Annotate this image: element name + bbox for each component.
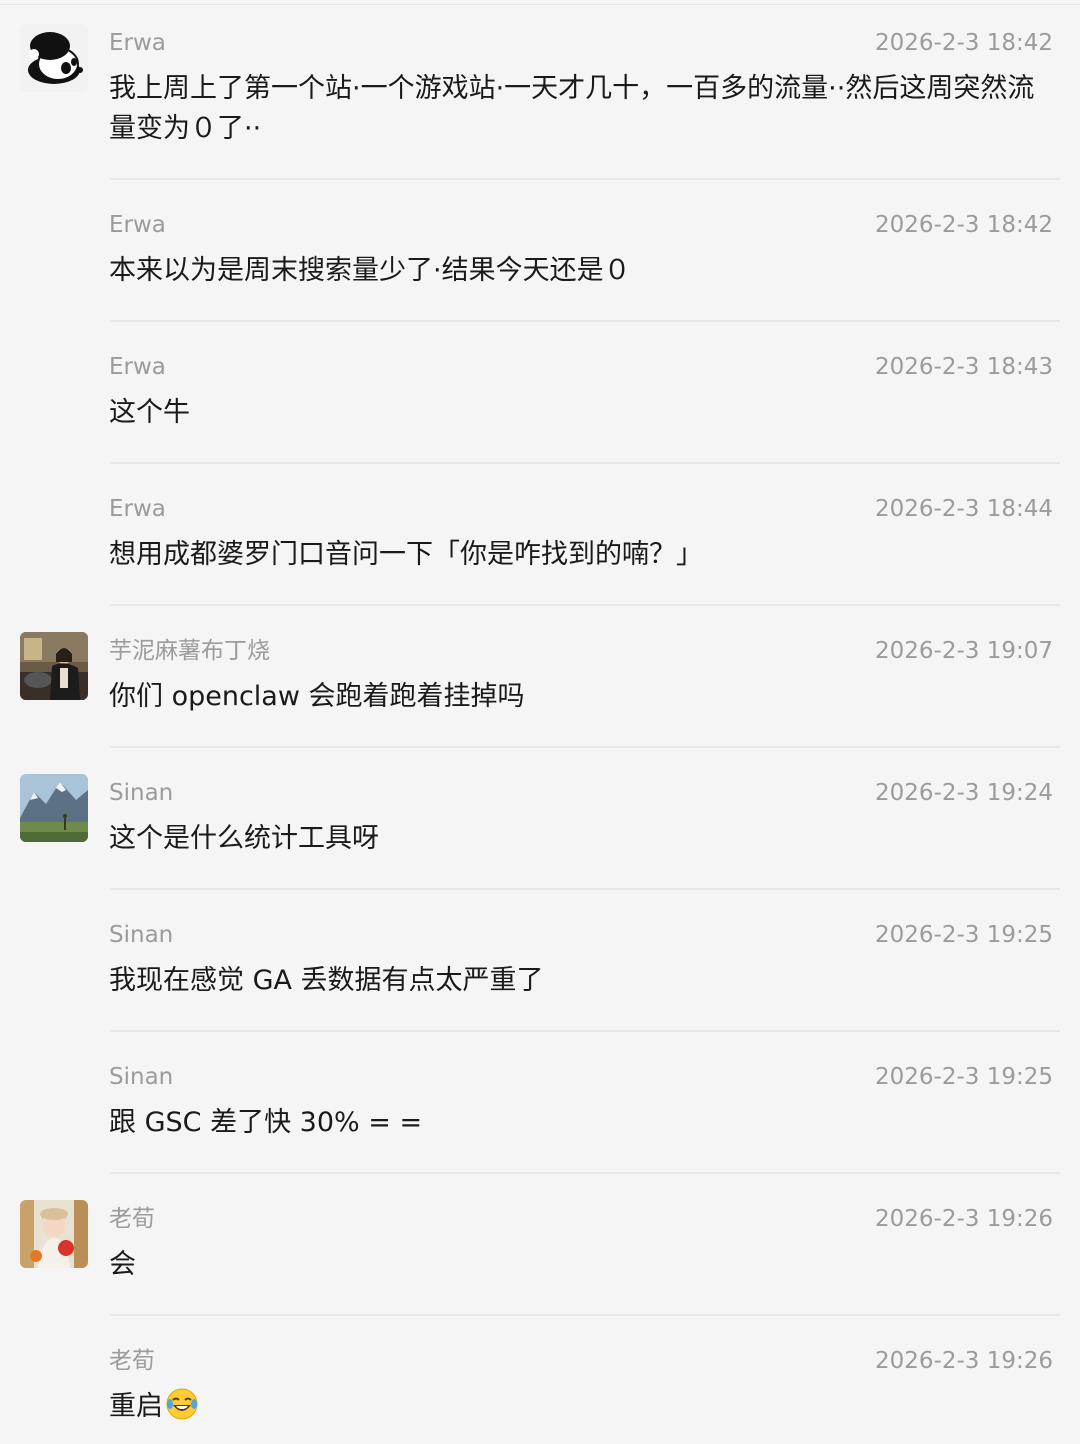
sender-name[interactable]: 芋泥麻薯布丁烧 (109, 636, 270, 666)
message-text[interactable]: 会 (109, 1245, 1049, 1285)
sender-name[interactable]: Sinan (109, 920, 173, 950)
sender-name[interactable]: Erwa (109, 352, 166, 382)
message-item: Sinan 2026-2-3 19:24 这个是什么统计工具呀 (0, 750, 1080, 890)
sender-name[interactable]: Sinan (109, 1062, 173, 1092)
message-timestamp: 2026-2-3 18:44 (875, 496, 1053, 522)
girl-photo-avatar[interactable] (20, 1200, 88, 1268)
message-item: Erwa 2026-2-3 18:42 本来以为是周末搜索量少了·结果今天还是０ (0, 182, 1080, 322)
message-text[interactable]: 我上周上了第一个站·一个游戏站·一天才几十，一百多的流量··然后这周突然流量变为… (109, 69, 1049, 149)
message-item: 老荀 2026-2-3 19:26 重启 (0, 1318, 1080, 1444)
message-divider (110, 888, 1060, 890)
message-item: 芋泥麻薯布丁烧 2026-2-3 19:07 你们 openclaw 会跑着跑着… (0, 608, 1080, 748)
sender-name[interactable]: 老荀 (109, 1346, 155, 1376)
message-item: 老荀 2026-2-3 19:26 会 (0, 1176, 1080, 1316)
message-item: Sinan 2026-2-3 19:25 跟 GSC 差了快 30% = = (0, 1034, 1080, 1174)
message-timestamp: 2026-2-3 19:26 (875, 1206, 1053, 1232)
person-photo-avatar[interactable] (20, 632, 88, 700)
message-timestamp: 2026-2-3 19:24 (875, 780, 1053, 806)
panda-avatar[interactable] (20, 24, 88, 92)
message-timestamp: 2026-2-3 19:25 (875, 1064, 1053, 1090)
message-timestamp: 2026-2-3 19:25 (875, 922, 1053, 948)
sender-name[interactable]: Sinan (109, 778, 173, 808)
sender-name[interactable]: Erwa (109, 494, 166, 524)
message-timestamp: 2026-2-3 18:42 (875, 212, 1053, 238)
message-divider (110, 1030, 1060, 1032)
message-text[interactable]: 你们 openclaw 会跑着跑着挂掉吗 (109, 677, 1049, 717)
message-item: Erwa 2026-2-3 18:44 想用成都婆罗门口音问一下「你是咋找到的喃… (0, 466, 1080, 606)
message-divider (110, 320, 1060, 322)
laughing-tears-emoji-icon (166, 1388, 198, 1420)
message-text: 重启 (109, 1391, 163, 1422)
message-text[interactable]: 跟 GSC 差了快 30% = = (109, 1103, 1049, 1143)
message-divider (110, 178, 1060, 180)
message-divider (110, 604, 1060, 606)
message-divider (110, 462, 1060, 464)
message-text[interactable]: 这个是什么统计工具呀 (109, 819, 1049, 859)
message-timestamp: 2026-2-3 19:26 (875, 1348, 1053, 1374)
message-timestamp: 2026-2-3 18:42 (875, 30, 1053, 56)
message-item: Erwa 2026-2-3 18:43 这个牛 (0, 324, 1080, 464)
mountain-photo-avatar[interactable] (20, 774, 88, 842)
message-item: Sinan 2026-2-3 19:25 我现在感觉 GA 丢数据有点太严重了 (0, 892, 1080, 1032)
message-text[interactable]: 这个牛 (109, 393, 1049, 433)
sender-name[interactable]: Erwa (109, 210, 166, 240)
message-timestamp: 2026-2-3 18:43 (875, 354, 1053, 380)
message-text[interactable]: 想用成都婆罗门口音问一下「你是咋找到的喃？」 (109, 535, 1049, 575)
chat-message-list[interactable]: Erwa 2026-2-3 18:42 我上周上了第一个站·一个游戏站·一天才几… (0, 0, 1080, 1444)
message-text[interactable]: 本来以为是周末搜索量少了·结果今天还是０ (109, 251, 1049, 291)
sender-name[interactable]: Erwa (109, 28, 166, 58)
message-text-row[interactable]: 重启 (109, 1387, 1049, 1427)
message-item: Erwa 2026-2-3 18:42 我上周上了第一个站·一个游戏站·一天才几… (0, 0, 1080, 180)
sender-name[interactable]: 老荀 (109, 1204, 155, 1234)
message-divider (110, 1314, 1060, 1316)
message-divider (110, 1172, 1060, 1174)
message-timestamp: 2026-2-3 19:07 (875, 638, 1053, 664)
message-divider (110, 746, 1060, 748)
message-text[interactable]: 我现在感觉 GA 丢数据有点太严重了 (109, 961, 1049, 1001)
